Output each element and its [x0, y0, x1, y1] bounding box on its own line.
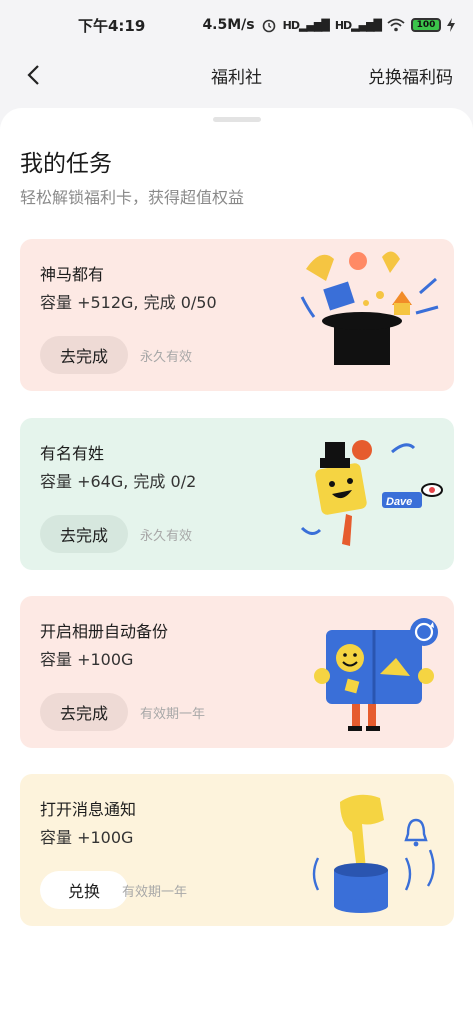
alarm-icon	[262, 19, 275, 33]
notification-button-illustration	[312, 794, 435, 913]
name-tag-character-illustration: Dave	[300, 440, 443, 546]
task-desc: 容量 +100G	[40, 650, 134, 669]
task-validity: 有效期一年	[140, 707, 206, 722]
complete-button[interactable]: 去完成	[40, 693, 128, 731]
task-card: 有名有姓 容量 +64G, 完成 0/2 去完成 永久有效 Dave	[20, 418, 454, 570]
task-desc: 容量 +512G, 完成 0/50	[40, 293, 217, 312]
name-tag-text: Dave	[386, 496, 412, 508]
task-validity: 永久有效	[140, 350, 193, 365]
back-button[interactable]	[20, 62, 46, 88]
signal-icon-2: HD▂▄▆█	[334, 18, 382, 32]
task-title: 打开消息通知	[40, 800, 137, 819]
nav-bar: 福利社 兑换福利码	[0, 50, 473, 100]
drag-handle[interactable]	[213, 117, 261, 122]
status-bar: 下午4:19 4.5M/s HD▂▄▆█ HD▂▄▆█ 100	[0, 0, 473, 50]
signal-icon: HD▂▄▆█	[282, 18, 330, 32]
task-card: 开启相册自动备份 容量 +100G 去完成 有效期一年	[20, 596, 454, 748]
signal2-label: HD	[334, 18, 352, 32]
task-card: 打开消息通知 容量 +100G 兑换 有效期一年	[20, 774, 454, 926]
task-desc: 容量 +100G	[40, 828, 134, 847]
section-subtitle: 轻松解锁福利卡，获得超值权益	[20, 188, 245, 207]
signal1-label: HD	[282, 18, 300, 32]
magic-hat-illustration	[300, 251, 439, 365]
status-time: 下午4:19	[78, 16, 146, 35]
wifi-icon	[387, 18, 405, 32]
task-title: 开启相册自动备份	[40, 622, 169, 641]
task-title: 神马都有	[40, 265, 105, 284]
task-title: 有名有姓	[40, 444, 105, 463]
status-icons: 4.5M/s HD▂▄▆█ HD▂▄▆█ 100	[202, 17, 455, 33]
redeem-code-link[interactable]: 兑换福利码	[368, 63, 453, 88]
task-validity: 有效期一年	[122, 885, 188, 900]
complete-button[interactable]: 去完成	[40, 515, 128, 553]
battery-icon: 100	[411, 18, 441, 32]
redeem-button[interactable]: 兑换	[40, 871, 128, 909]
net-speed: 4.5M/s	[202, 17, 255, 33]
task-validity: 永久有效	[140, 529, 193, 544]
task-card: 神马都有 容量 +512G, 完成 0/50 去完成 永久有效	[20, 239, 454, 391]
task-desc: 容量 +64G, 完成 0/2	[40, 472, 197, 491]
charging-icon	[447, 18, 455, 32]
chevron-left-icon	[27, 65, 39, 85]
photo-album-illustration	[314, 618, 438, 731]
section-title: 我的任务	[20, 151, 112, 177]
complete-button[interactable]: 去完成	[40, 336, 128, 374]
content-sheet: 我的任务 轻松解锁福利卡，获得超值权益 神马都有 容量 +512G, 完成 0/…	[0, 108, 473, 1024]
